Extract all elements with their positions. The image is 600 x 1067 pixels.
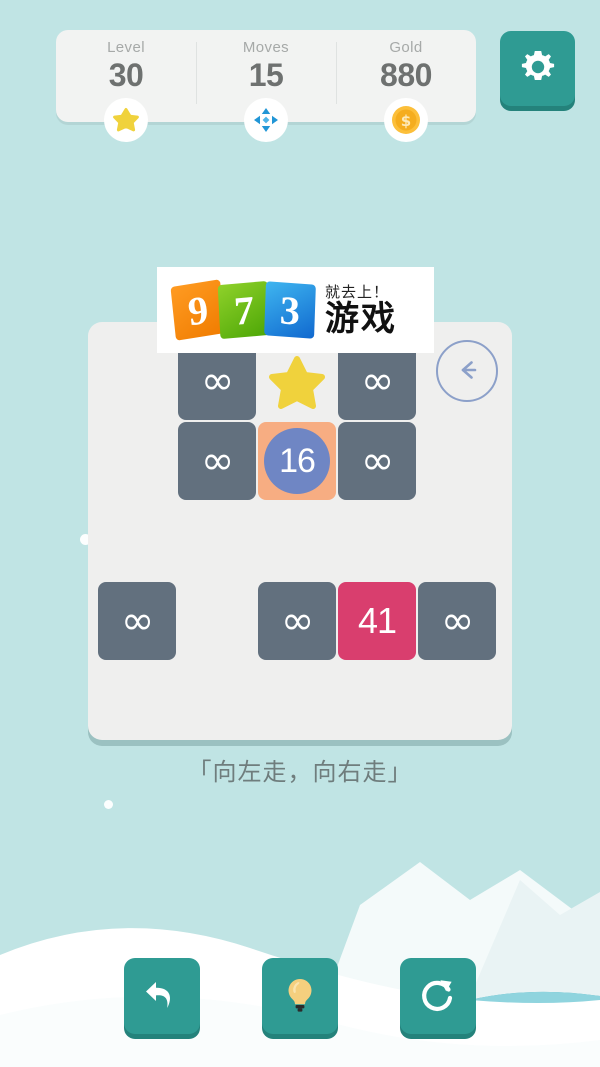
stat-level: Level 30 [56, 30, 196, 142]
snow-particle [104, 800, 113, 809]
board-cell[interactable]: 41 [338, 582, 416, 660]
target-tile[interactable]: 16 [258, 422, 336, 500]
stat-gold: Gold 880 $ [336, 30, 476, 142]
undo-arrow-icon [139, 972, 185, 1021]
stat-moves-label: Moves [242, 39, 290, 56]
board-cell[interactable]: ∞ [338, 422, 416, 500]
stat-gold-label: Gold [389, 39, 423, 56]
infinity-tile[interactable]: ∞ [338, 422, 416, 500]
stat-level-label: Level [107, 39, 145, 56]
number-tile[interactable]: 41 [338, 582, 416, 660]
board-cell[interactable]: ∞ [258, 582, 336, 660]
infinity-tile[interactable]: ∞ [178, 422, 256, 500]
stat-moves-value: 15 [248, 57, 284, 93]
game-board-panel: ∞ ∞ ∞ 16 ∞ ∞ ∞ 41 ∞ [88, 322, 512, 740]
infinity-tile[interactable]: ∞ [178, 342, 256, 420]
arrow-left-circle-icon [450, 353, 484, 390]
board-back-button[interactable] [436, 340, 498, 402]
watermark-digit-2: 7 [217, 280, 271, 340]
watermark-digit-3: 3 [264, 281, 316, 339]
infinity-tile[interactable]: ∞ [338, 342, 416, 420]
target-tile-value: 16 [264, 428, 330, 494]
stat-moves: Moves 15 [196, 30, 336, 142]
stat-gold-value: 880 [380, 57, 432, 93]
stat-level-value: 30 [108, 57, 144, 93]
infinity-icon: ∞ [200, 358, 234, 404]
tile-value: 41 [357, 600, 397, 641]
action-bar [0, 958, 600, 1034]
board-cell[interactable]: ∞ [338, 342, 416, 420]
infinity-icon: ∞ [200, 438, 234, 484]
refresh-icon [415, 972, 461, 1021]
infinity-icon: ∞ [280, 598, 314, 644]
gear-icon [516, 45, 560, 92]
star-icon [104, 98, 148, 142]
site-watermark: 9 7 3 就去上！ 游戏 [157, 267, 434, 353]
infinity-icon: ∞ [360, 438, 394, 484]
board-cell[interactable]: ∞ [418, 582, 496, 660]
undo-button[interactable] [124, 958, 200, 1034]
lightbulb-icon [277, 972, 323, 1021]
board-cell[interactable]: ∞ [178, 422, 256, 500]
star-icon [269, 356, 325, 409]
watermark-slogan: 就去上！ [325, 282, 390, 301]
settings-button[interactable] [500, 31, 575, 106]
move-arrows-icon [244, 98, 288, 142]
infinity-icon: ∞ [120, 598, 154, 644]
board-cell[interactable]: 16 [258, 422, 336, 500]
infinity-tile[interactable]: ∞ [258, 582, 336, 660]
level-caption: 「向左走，向右走」 [187, 758, 413, 786]
board-cell[interactable]: ∞ [178, 342, 256, 420]
goal-star-tile[interactable] [258, 342, 336, 420]
restart-button[interactable] [400, 958, 476, 1034]
stats-panel: Level 30 Moves 15 Gold 880 $ [56, 30, 476, 142]
board-cell[interactable]: ∞ [98, 582, 176, 660]
hint-button[interactable] [262, 958, 338, 1034]
infinity-tile[interactable]: ∞ [418, 582, 496, 660]
watermark-text: 就去上！ 游戏 [325, 282, 397, 339]
svg-text:$: $ [401, 112, 411, 130]
watermark-logo-tiles: 9 7 3 [170, 279, 316, 341]
watermark-brand: 游戏 [325, 298, 397, 339]
infinity-icon: ∞ [440, 598, 474, 644]
infinity-icon: ∞ [360, 358, 394, 404]
infinity-tile[interactable]: ∞ [98, 582, 176, 660]
board-cell[interactable] [258, 342, 336, 420]
coin-icon: $ [384, 98, 428, 142]
